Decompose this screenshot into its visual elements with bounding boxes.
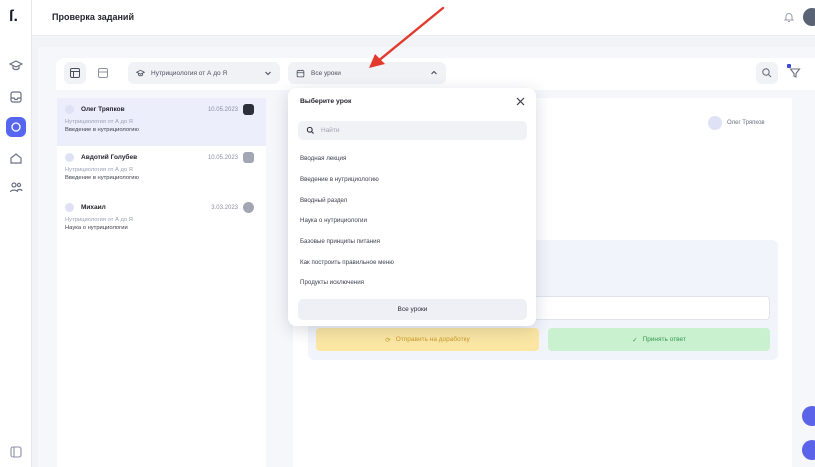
- course-name: Нутрициология от А до Я: [65, 167, 133, 173]
- home-icon[interactable]: [7, 149, 25, 167]
- list-item[interactable]: Олег Тряпков 10.05.2023 Нутрициология от…: [57, 98, 266, 146]
- detail-user-name: Олег Тряпков: [727, 120, 765, 126]
- avatar: [65, 153, 74, 162]
- lesson-search: [298, 121, 527, 140]
- avatar[interactable]: [803, 8, 815, 26]
- lesson-option[interactable]: Вводный раздел: [300, 197, 347, 204]
- student-name: Авдотий Голубев: [81, 154, 138, 161]
- filter-indicator: [787, 64, 791, 68]
- send-for-revision-label: Отправить на доработку: [395, 336, 470, 343]
- layout-grid-button[interactable]: [92, 62, 114, 84]
- send-for-revision-button[interactable]: ⟳ Отправить на доработку: [316, 328, 539, 351]
- calendar-icon: [296, 69, 305, 77]
- all-lessons-button[interactable]: Все уроки: [298, 299, 527, 320]
- academic-cap-icon[interactable]: [7, 57, 25, 75]
- left-rail: ſ.: [0, 0, 32, 467]
- refresh-icon: ⟳: [385, 336, 391, 344]
- layout-list-button[interactable]: [64, 62, 86, 84]
- check-icon: ✓: [632, 336, 638, 344]
- avatar: [708, 116, 722, 130]
- course-select-value: Нутрициология от А до Я: [151, 69, 228, 77]
- homework-check-icon[interactable]: [6, 117, 26, 137]
- help-button[interactable]: [802, 406, 815, 426]
- status-badge: [243, 104, 254, 115]
- submission-date: 10.05.2023: [207, 155, 238, 161]
- course-name: Нутрициология от А до Я: [65, 217, 133, 223]
- filter-icon: [789, 68, 801, 78]
- status-badge: [243, 152, 254, 163]
- close-icon[interactable]: [514, 95, 526, 107]
- student-name: Михаил: [81, 204, 106, 211]
- submission-date: 10.05.2023: [207, 107, 238, 113]
- lesson-option[interactable]: Вводная лекция: [300, 155, 346, 162]
- lesson-option[interactable]: Наука о нутрициологии: [300, 217, 367, 224]
- inbox-icon[interactable]: [7, 88, 25, 106]
- logo: ſ.: [9, 8, 18, 25]
- annotation-arrow: [369, 6, 445, 68]
- detail-user: Олег Тряпков: [708, 116, 765, 130]
- student-name: Олег Тряпков: [81, 106, 125, 113]
- status-badge: [243, 202, 254, 213]
- lesson-option[interactable]: Как построить правильное меню: [300, 259, 394, 266]
- lesson-name: Наука о нутрициологии: [65, 225, 128, 231]
- search-icon: [762, 68, 772, 78]
- submissions-list: Олег Тряпков 10.05.2023 Нутрициология от…: [57, 98, 266, 467]
- search-icon: [306, 126, 314, 134]
- list-item[interactable]: Авдотий Голубев 10.05.2023 Нутрициология…: [57, 146, 266, 194]
- lesson-option[interactable]: Введение в нутрициологию: [300, 176, 379, 183]
- accept-answer-label: Принять ответ: [642, 336, 686, 343]
- lesson-option[interactable]: Продукты исключения: [300, 279, 364, 286]
- search-button[interactable]: [756, 62, 778, 84]
- dropdown-title: Выберите урок: [300, 98, 352, 105]
- avatar: [65, 105, 74, 114]
- page-title: Проверка заданий: [52, 12, 134, 22]
- lesson-name: Введение в нутрициологию: [65, 175, 139, 181]
- lesson-dropdown: Выберите урок Вводная лекция Введение в …: [288, 88, 536, 326]
- users-icon[interactable]: [7, 178, 25, 196]
- chat-button[interactable]: [802, 440, 815, 460]
- list-item[interactable]: Михаил 3.03.2023 Нутрициология от А до Я…: [57, 196, 266, 244]
- submission-date: 3.03.2023: [211, 205, 238, 211]
- collapse-sidebar-icon[interactable]: [9, 445, 23, 459]
- chevron-down-icon: [265, 71, 271, 76]
- app-root: ſ. Проверка заданий Нутрициология от А д…: [0, 0, 815, 467]
- academic-cap-icon: [136, 69, 145, 76]
- search-input[interactable]: [321, 127, 511, 134]
- accept-answer-button[interactable]: ✓ Принять ответ: [548, 328, 770, 351]
- lesson-option[interactable]: Базовые принципы питания: [300, 238, 380, 245]
- lesson-name: Введение в нутрициологию: [65, 127, 139, 133]
- filter-button[interactable]: [784, 62, 806, 84]
- course-select[interactable]: Нутрициология от А до Я: [128, 62, 280, 84]
- course-name: Нутрициология от А до Я: [65, 119, 133, 125]
- bell-icon[interactable]: [783, 11, 795, 23]
- avatar: [65, 203, 74, 212]
